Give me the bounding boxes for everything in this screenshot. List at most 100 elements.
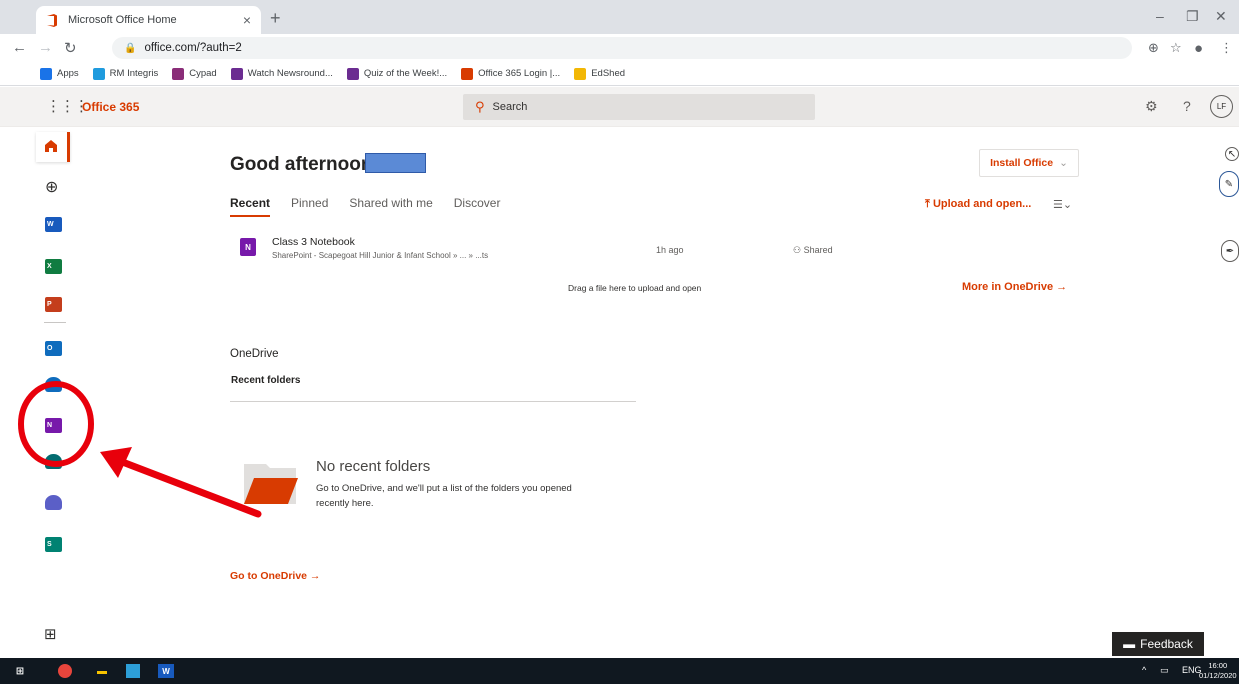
onenote-file-icon: N [240, 238, 256, 256]
more-in-onedrive-link[interactable]: More in OneDrive → [962, 281, 1067, 293]
notes-app-icon[interactable] [126, 664, 140, 678]
url-text: office.com/?auth=2 [144, 42, 242, 54]
install-office-button[interactable]: Install Office ⌄ [979, 149, 1079, 177]
sway-icon[interactable]: S [45, 537, 62, 552]
bookmark-item[interactable]: Quiz of the Week!... [346, 67, 448, 80]
tab-pinned[interactable]: Pinned [291, 196, 328, 217]
browser-tab-strip: Microsoft Office Home × + – ❐ ✕ [0, 0, 1239, 34]
url-input[interactable]: 🔒 office.com/?auth=2 [112, 37, 1132, 59]
clock-date: 01/12/2020 [1199, 671, 1237, 680]
onenote-icon[interactable]: N [45, 418, 62, 433]
bookmark-label: EdShed [591, 68, 626, 79]
onedrive-title: OneDrive [230, 348, 279, 360]
bookmark-item[interactable]: Cypad [172, 67, 217, 80]
file-time: 1h ago [656, 245, 684, 255]
bookmark-favicon-icon [230, 67, 243, 80]
no-recent-folders-desc: Go to OneDrive, and we'll put a list of … [316, 483, 572, 509]
upload-open-button[interactable]: ⤒ Upload and open... [925, 198, 1031, 211]
menu-kebab-icon[interactable]: ⋮ [1220, 40, 1233, 56]
people-icon: ⚇ [793, 245, 802, 255]
comment-icon: ▬ [1123, 637, 1136, 651]
new-tab-button[interactable]: + [270, 8, 281, 29]
bookmark-favicon-icon [92, 67, 105, 80]
tab-discover[interactable]: Discover [454, 196, 501, 217]
powerpoint-icon[interactable]: P [45, 297, 62, 312]
bookmark-star-icon[interactable]: ☆ [1170, 40, 1182, 56]
bookmark-item[interactable]: Office 365 Login |... [461, 67, 561, 80]
create-icon[interactable]: ⊕ [45, 177, 58, 197]
office-brand[interactable]: Office 365 [82, 100, 139, 114]
drag-hint: Drag a file here to upload and open [568, 283, 702, 293]
doc-tabs: Recent Pinned Shared with me Discover [230, 196, 521, 217]
profile-icon[interactable]: ● [1194, 40, 1203, 57]
bookmark-label: Office 365 Login |... [478, 68, 561, 79]
bookmarks-bar: Apps RM Integris Cypad Watch Newsround... Qu… [0, 62, 1239, 86]
teams-icon[interactable] [45, 495, 62, 510]
divider [230, 401, 636, 402]
sharepoint-icon[interactable] [45, 454, 62, 469]
search-input[interactable]: ⚲ Search [463, 94, 815, 120]
bookmark-item[interactable]: EdShed [574, 67, 626, 80]
bookmark-item[interactable]: Watch Newsround... [230, 67, 333, 80]
outlook-icon[interactable]: O [45, 341, 62, 356]
restore-icon[interactable]: ❐ [1186, 8, 1199, 25]
windows-start-icon[interactable]: ⊞ [11, 662, 29, 680]
tab-shared-with-me[interactable]: Shared with me [349, 196, 432, 217]
bookmark-favicon-icon [172, 67, 185, 80]
bookmark-item[interactable]: RM Integris [92, 67, 159, 80]
tab-recent[interactable]: Recent [230, 196, 271, 217]
word-taskbar-icon[interactable]: W [158, 664, 174, 678]
feedback-label: Feedback [1140, 637, 1193, 651]
office-logo-icon [47, 13, 57, 27]
reload-icon[interactable]: ↻ [64, 39, 77, 57]
word-icon[interactable]: W [45, 217, 62, 232]
install-office-label: Install Office [990, 157, 1054, 169]
file-name[interactable]: Class 3 Notebook [272, 236, 355, 248]
close-window-icon[interactable]: ✕ [1215, 8, 1227, 25]
tray-chevron-icon[interactable]: ^ [1142, 665, 1146, 675]
cursor-tool-icon[interactable]: ↖ [1225, 147, 1239, 161]
all-apps-icon[interactable]: ⊞ [44, 625, 57, 643]
tab-title: Microsoft Office Home [68, 14, 177, 26]
file-explorer-icon[interactable]: ▬ [93, 662, 111, 680]
network-icon[interactable]: ▭ [1160, 665, 1169, 676]
upload-open-label: Upload and open... [932, 198, 1032, 210]
onedrive-icon[interactable] [45, 377, 62, 392]
back-icon[interactable]: ← [12, 39, 27, 56]
bookmark-item[interactable]: Apps [40, 67, 79, 80]
bookmark-label: Quiz of the Week!... [363, 68, 448, 79]
browser-tab[interactable]: Microsoft Office Home × [36, 6, 261, 34]
chrome-icon[interactable] [58, 664, 72, 678]
clock-time: 16:00 [1208, 661, 1228, 670]
clock[interactable]: 16:00 01/12/2020 [1199, 661, 1237, 681]
sort-icon[interactable]: ☰⌄ [1053, 198, 1072, 211]
bookmark-label: Cypad [189, 68, 217, 79]
search-icon: ⚲ [475, 99, 485, 114]
file-path: SharePoint - Scapegoat Hill Junior & Inf… [272, 251, 489, 260]
annotation-arrow-line [116, 457, 262, 518]
address-bar-row: ← → ↻ 🔒 office.com/?auth=2 ⊕ ☆ ● ⋮ [0, 34, 1239, 62]
avatar[interactable]: LF [1210, 95, 1233, 118]
rail-home[interactable] [36, 132, 70, 162]
chevron-down-icon: ⌄ [1059, 157, 1068, 169]
forward-icon[interactable]: → [38, 39, 53, 56]
bookmark-label: RM Integris [109, 68, 159, 79]
greeting-title: Good afternoon, [230, 154, 378, 175]
file-shared: ⚇ Shared [793, 245, 833, 256]
feedback-button[interactable]: ▬ Feedback [1112, 632, 1204, 656]
app-rail [36, 128, 70, 658]
install-app-icon[interactable]: ⊕ [1148, 40, 1159, 56]
go-to-onedrive-link[interactable]: Go to OneDrive → [230, 570, 320, 582]
marker-tool-icon[interactable]: ✒ [1221, 240, 1239, 262]
search-placeholder: Search [492, 101, 528, 113]
bookmark-favicon-icon [461, 67, 474, 80]
no-recent-folders-title: No recent folders [316, 458, 431, 475]
minimize-icon[interactable]: – [1156, 8, 1164, 24]
tab-close-icon[interactable]: × [243, 12, 251, 28]
help-icon[interactable]: ? [1183, 98, 1191, 114]
pen-tool-icon[interactable]: ✎ [1219, 171, 1239, 197]
excel-icon[interactable]: X [45, 259, 62, 274]
gear-icon[interactable]: ⚙ [1145, 98, 1158, 115]
bookmark-favicon-icon [346, 67, 359, 80]
bookmark-label: Watch Newsround... [247, 68, 333, 79]
